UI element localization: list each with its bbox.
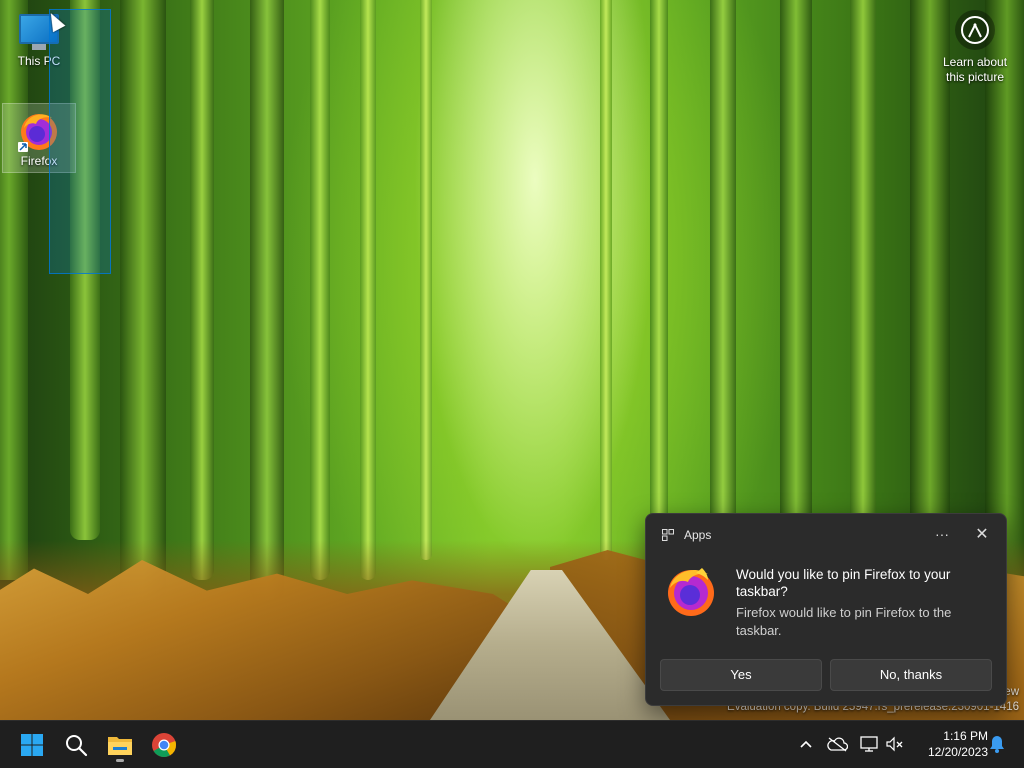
learn-about-picture-icon [955,10,995,50]
notification-app-name: Apps [684,528,712,542]
notification-body: Firefox would like to pin Firefox to the… [736,605,952,638]
no-thanks-button[interactable]: No, thanks [830,659,992,691]
learn-about-this-picture[interactable]: Learn about this picture [940,10,1010,85]
notification-bell-icon [990,736,1004,753]
pin-to-taskbar-notification: Apps ··· ✕ Would you like to pin Firefox… [645,513,1007,706]
start-icon [21,734,43,756]
show-hidden-icons-button[interactable] [795,733,817,755]
notification-title: Would you like to pin Firefox to your ta… [736,567,951,599]
selection-rectangle [49,9,111,274]
file-explorer-button[interactable] [102,727,138,763]
network-tray-button[interactable] [858,733,880,755]
yes-button[interactable]: Yes [660,659,822,691]
taskbar: 1:16 PM 12/20/2023 [0,720,1024,768]
onedrive-icon [827,737,848,752]
onedrive-tray-button[interactable] [826,733,848,755]
notification-center-button[interactable] [986,733,1008,755]
firefox-logo-icon [668,568,714,616]
more-options-button[interactable]: ··· [930,524,954,546]
start-button[interactable] [14,727,50,763]
notification-header: Apps [662,528,711,542]
chevron-up-icon [800,740,812,748]
clock-time: 1:16 PM [943,729,988,743]
taskbar-clock[interactable]: 1:16 PM 12/20/2023 [912,728,988,760]
running-indicator [116,759,124,762]
learn-about-label: Learn about this picture [942,55,1008,84]
volume-tray-button[interactable] [884,733,906,755]
volume-muted-icon [886,736,903,752]
chrome-button[interactable] [146,727,182,763]
network-icon [860,736,878,752]
clock-date: 12/20/2023 [927,745,988,759]
close-notification-button[interactable]: ✕ [970,524,994,546]
apps-icon [662,529,674,541]
search-icon [66,735,88,757]
search-button[interactable] [58,727,94,763]
chrome-icon [152,733,177,758]
file-explorer-icon [108,737,132,755]
